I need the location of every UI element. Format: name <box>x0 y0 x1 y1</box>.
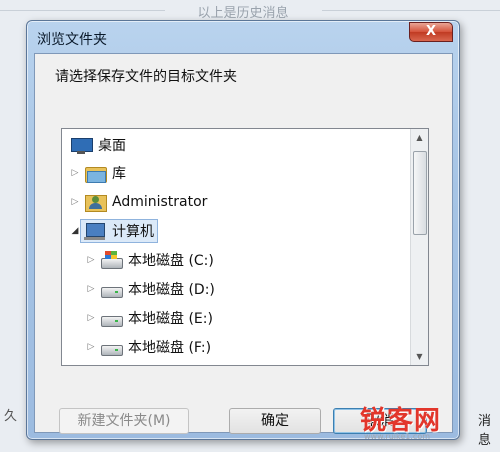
dialog-prompt: 请选择保存文件的目标文件夹 <box>55 69 237 85</box>
scrollbar-thumb[interactable] <box>413 151 427 235</box>
system-drive-icon <box>100 251 123 269</box>
expand-arrow-icon[interactable]: ▷ <box>86 342 96 352</box>
expand-arrow-icon[interactable]: ▷ <box>70 168 80 178</box>
ok-button[interactable]: 确定 <box>229 408 321 434</box>
close-icon: X <box>425 24 437 39</box>
collapse-arrow-icon[interactable]: ◢ <box>70 226 80 236</box>
tree-item-drive-e[interactable]: ▷ 本地磁盘 (E:) <box>86 305 213 331</box>
tree-item-drive-d[interactable]: ▷ 本地磁盘 (D:) <box>86 276 215 302</box>
tree-item-drive-f[interactable]: ▷ 本地磁盘 (F:) <box>86 334 211 360</box>
scroll-down-icon[interactable]: ▼ <box>411 348 428 365</box>
dialog-title: 浏览文件夹 <box>37 32 107 48</box>
tree-item-label: 库 <box>112 166 126 182</box>
tree-item-label: 本地磁盘 (C:) <box>128 253 214 269</box>
drive-icon <box>100 338 123 356</box>
background-text: 久 <box>4 409 18 424</box>
divider <box>0 10 165 11</box>
dialog-body: 请选择保存文件的目标文件夹 桌面 ▷ 库 ▷ Administrator ◢ 计… <box>34 53 453 434</box>
drive-icon <box>100 309 123 327</box>
dialog-titlebar[interactable]: 浏览文件夹 X <box>27 21 459 53</box>
desktop-icon <box>70 136 93 154</box>
tree-item-administrator[interactable]: ▷ Administrator <box>70 189 207 215</box>
library-folder-icon <box>84 164 107 183</box>
expand-arrow-icon[interactable]: ▷ <box>86 255 96 265</box>
close-button[interactable]: X <box>409 22 453 42</box>
tree-item-label: 计算机 <box>112 224 154 240</box>
tree-item-computer[interactable]: ◢ 计算机 <box>70 218 158 244</box>
selected-highlight: 计算机 <box>80 219 158 243</box>
tree-item-label: 本地磁盘 (E:) <box>128 311 213 327</box>
scroll-up-icon[interactable]: ▲ <box>411 129 428 146</box>
tree-item-label: 桌面 <box>98 138 126 154</box>
expand-arrow-icon[interactable]: ▷ <box>70 197 80 207</box>
tree-item-label: 本地磁盘 (F:) <box>128 340 212 356</box>
computer-icon <box>84 222 106 240</box>
tree-item-label: 本地磁盘 (D:) <box>128 282 215 298</box>
browse-folder-dialog: 浏览文件夹 X 请选择保存文件的目标文件夹 桌面 ▷ 库 ▷ Administr… <box>26 20 460 440</box>
tree-item-library[interactable]: ▷ 库 <box>70 160 126 186</box>
background-message-label: 消息 <box>478 414 492 448</box>
new-folder-button[interactable]: 新建文件夹(M) <box>59 408 189 434</box>
drive-icon <box>100 280 123 298</box>
divider <box>322 10 500 11</box>
expand-arrow-icon[interactable]: ▷ <box>86 284 96 294</box>
user-folder-icon <box>84 193 107 212</box>
watermark-url: www.ruike1.com <box>364 432 431 441</box>
tree-item-label: Administrator <box>112 194 208 210</box>
vertical-scrollbar[interactable]: ▲ ▼ <box>410 129 428 365</box>
folder-tree[interactable]: 桌面 ▷ 库 ▷ Administrator ◢ 计算机 ▷ 本地磁盘 (C:)… <box>61 128 429 366</box>
history-messages-label: 以上是历史消息 <box>197 6 289 21</box>
expand-arrow-icon[interactable]: ▷ <box>86 313 96 323</box>
tree-item-desktop[interactable]: 桌面 <box>70 132 126 158</box>
tree-item-drive-c[interactable]: ▷ 本地磁盘 (C:) <box>86 247 214 273</box>
